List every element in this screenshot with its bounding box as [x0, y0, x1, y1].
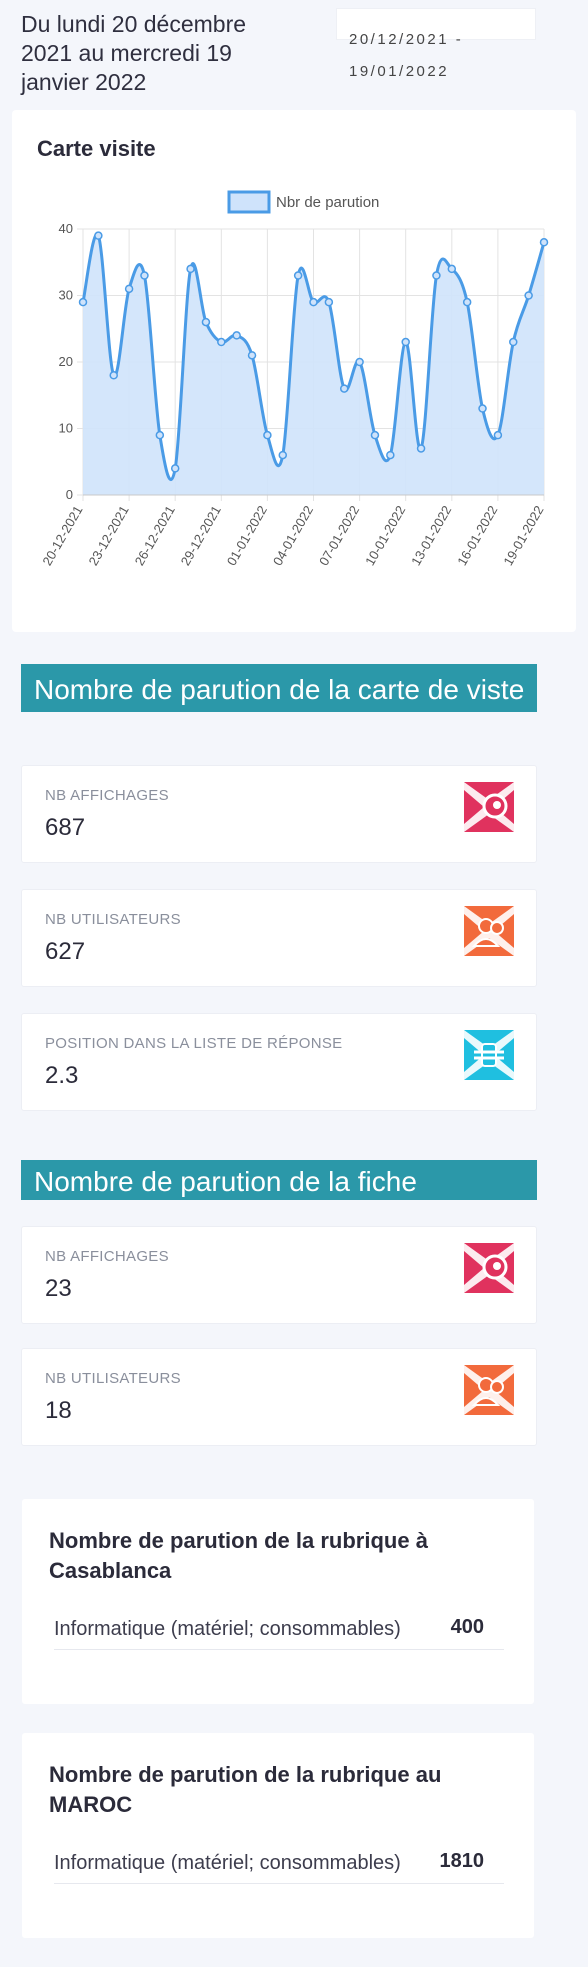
- x-tick-label: 01-01-2022: [224, 503, 270, 568]
- y-tick-label: 30: [59, 288, 73, 303]
- rubrique-maroc-card: Nombre de parution de la rubrique au MAR…: [22, 1733, 534, 1938]
- stat-label: NB AFFICHAGES: [45, 1248, 169, 1265]
- visit-chart: 0 10 20 30 40 20-12-2021 23-12-2021 26-12-2021 2…: [39, 190, 549, 568]
- data-point: [293, 271, 303, 280]
- eye-icon: [464, 1243, 514, 1293]
- stat-card-users: NB UTILISATEURS 18: [21, 1348, 537, 1446]
- x-tick-label: 04-01-2022: [270, 503, 316, 568]
- data-point: [78, 297, 88, 307]
- x-tick-label: 20-12-2021: [39, 503, 85, 568]
- y-tick-label: 0: [66, 487, 73, 502]
- data-point: [309, 297, 318, 307]
- x-tick-label: 16-01-2022: [454, 503, 500, 568]
- legend-swatch: [227, 190, 271, 214]
- data-point: [155, 430, 165, 440]
- rubrique-casablanca-card: Nombre de parution de la rubrique à Casa…: [22, 1499, 534, 1704]
- x-tick-label: 23-12-2021: [85, 503, 131, 568]
- data-point: [247, 351, 257, 360]
- list-item: Informatique (matériel; consommables) 40…: [54, 1610, 504, 1650]
- data-point: [416, 444, 426, 453]
- page-header-title: Du lundi 20 décembre 2021 au mercredi 19…: [21, 11, 247, 95]
- data-point: [109, 371, 118, 380]
- stat-label: NB AFFICHAGES: [45, 787, 169, 804]
- data-point: [263, 430, 272, 440]
- y-tick-label: 10: [59, 421, 73, 436]
- data-point: [401, 337, 410, 347]
- stat-value: 18: [45, 1397, 72, 1424]
- stat-value: 687: [45, 814, 86, 841]
- users-icon: [464, 1365, 514, 1415]
- stat-label: POSITION DANS LA LISTE DE RÉPONSE: [45, 1035, 343, 1052]
- stat-card-views: NB AFFICHAGES 687: [21, 765, 537, 863]
- chart-card: Carte visite 0 10 20 30 40 20-12-2021 23-12-20…: [12, 110, 576, 632]
- y-tick-label: 20: [59, 354, 73, 369]
- rubrique-title: Nombre de parution de la rubrique à Casa…: [49, 1528, 428, 1583]
- stat-value: 23: [45, 1275, 72, 1302]
- list-item: Informatique (matériel; consommables) 18…: [54, 1844, 504, 1884]
- x-tick-label: 07-01-2022: [316, 503, 362, 568]
- data-point: [217, 337, 226, 347]
- data-point: [124, 284, 134, 294]
- stat-label: NB UTILISATEURS: [45, 911, 181, 928]
- data-point: [447, 264, 457, 274]
- visit-section-title: Nombre de parution de la carte de viste: [21, 664, 537, 712]
- rubrique-name: Informatique (matériel; consommables): [54, 1618, 401, 1640]
- rubrique-value: 1810: [439, 1850, 485, 1872]
- rubrique-name: Informatique (matériel; consommables): [54, 1852, 401, 1874]
- stat-card-position: POSITION DANS LA LISTE DE RÉPONSE 2.3: [21, 1013, 537, 1111]
- x-tick-label: 26-12-2021: [132, 503, 178, 568]
- data-point: [201, 317, 211, 327]
- data-point: [386, 450, 395, 460]
- rubrique-title: Nombre de parution de la rubrique au MAR…: [49, 1762, 442, 1817]
- data-point: [186, 264, 195, 274]
- x-tick-label: 13-01-2022: [408, 503, 454, 568]
- data-point: [140, 271, 149, 280]
- x-tick-label: 19-01-2022: [500, 503, 546, 568]
- fiche-section-title: Nombre de parution de la fiche: [21, 1160, 537, 1200]
- data-point: [324, 297, 334, 307]
- users-icon: [464, 906, 514, 956]
- data-point: [539, 238, 549, 247]
- data-point: [232, 331, 241, 340]
- x-tick-label: 10-01-2022: [362, 503, 408, 568]
- data-point: [170, 464, 180, 473]
- x-tick-label: 29-12-2021: [178, 503, 224, 568]
- stat-card-users: NB UTILISATEURS 627: [21, 889, 537, 987]
- data-point: [94, 231, 103, 240]
- data-point: [339, 384, 349, 393]
- stat-label: NB UTILISATEURS: [45, 1370, 181, 1387]
- data-point: [478, 404, 487, 413]
- data-point: [509, 337, 518, 347]
- stat-value: 627: [45, 938, 86, 965]
- data-point: [432, 271, 441, 280]
- data-point: [462, 297, 472, 307]
- data-point: [493, 430, 503, 440]
- list-icon: [464, 1030, 514, 1080]
- eye-icon: [464, 782, 514, 832]
- data-point: [524, 291, 533, 300]
- data-point: [370, 430, 380, 440]
- stat-value: 2.3: [45, 1062, 79, 1089]
- stat-card-views: NB AFFICHAGES 23: [21, 1226, 537, 1324]
- y-tick-label: 40: [59, 221, 73, 236]
- date-range-text: 20/12/2021 - 19/01/2022: [349, 31, 464, 80]
- data-point: [355, 357, 364, 367]
- legend-label: Nbr de parution: [276, 194, 379, 211]
- rubrique-value: 400: [450, 1616, 484, 1638]
- data-point: [278, 450, 288, 460]
